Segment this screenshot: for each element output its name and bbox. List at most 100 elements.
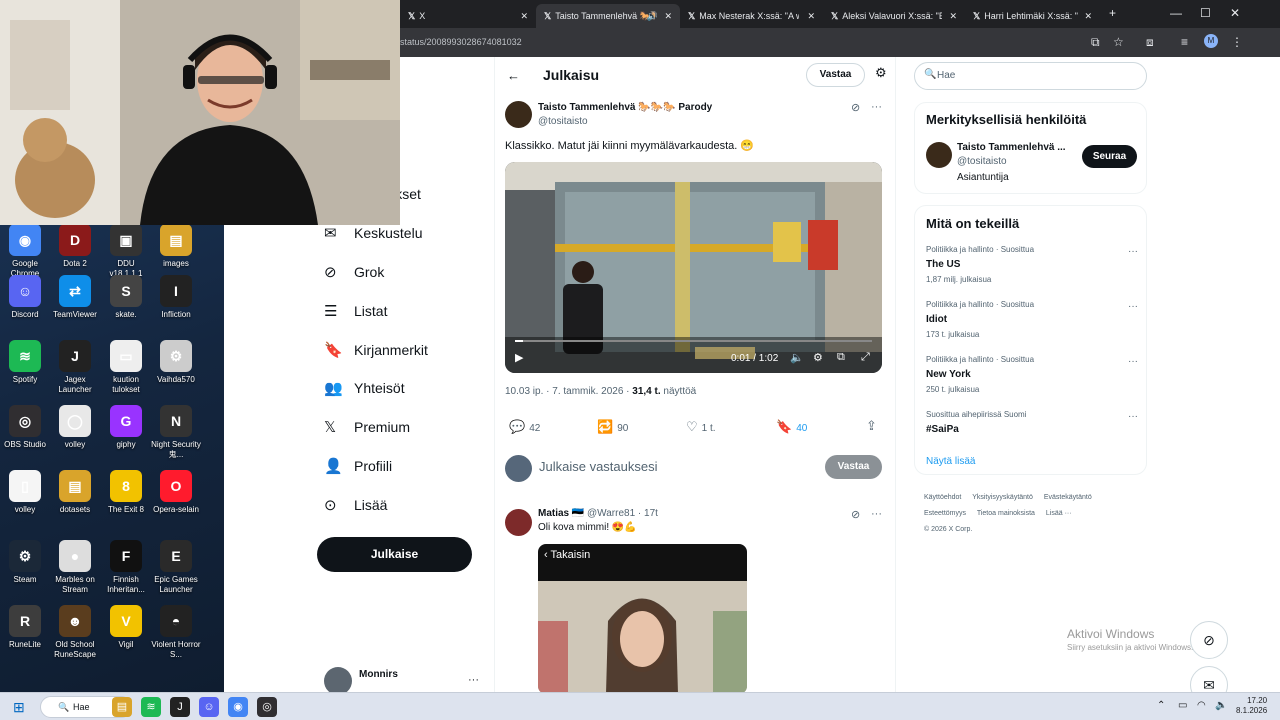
desktop-icon[interactable]: ◯ volley bbox=[50, 405, 100, 450]
desktop-icon[interactable]: J Jagex Launcher bbox=[50, 340, 100, 395]
reply-author-handle[interactable]: @Warre81 · 17t bbox=[587, 508, 658, 519]
nav-lists[interactable]: ☰ Listat bbox=[324, 298, 387, 324]
desktop-icon[interactable]: V Vigil bbox=[101, 605, 151, 650]
desktop-icon[interactable]: R RuneLite bbox=[0, 605, 50, 650]
jagex-icon[interactable]: J bbox=[170, 697, 190, 717]
show-more-link[interactable]: Näytä lisää bbox=[926, 456, 975, 467]
desktop-icon[interactable]: Sskate. bbox=[101, 275, 151, 320]
suggested-handle[interactable]: @tositaisto bbox=[957, 156, 1007, 167]
bookmark-action[interactable]: 🔖 40 bbox=[776, 419, 807, 435]
suggested-avatar[interactable] bbox=[926, 142, 952, 168]
reply-input[interactable]: Julkaise vastauksesi bbox=[539, 459, 658, 474]
media-control-icon[interactable]: ≡ bbox=[1181, 35, 1188, 49]
grok-icon[interactable]: ⊘ bbox=[851, 508, 860, 521]
trend-more-icon[interactable]: ··· bbox=[1128, 301, 1138, 312]
desktop-icon[interactable]: ◓ Violent Horror S... bbox=[151, 605, 201, 660]
footer-link[interactable]: Tietoa mainoksista bbox=[977, 510, 1035, 517]
grok-icon[interactable]: ⊘ bbox=[851, 101, 860, 114]
settings-icon[interactable]: ⚙ bbox=[813, 351, 823, 364]
desktop-icon[interactable]: 8 The Exit 8 bbox=[101, 470, 151, 515]
close-tab-icon[interactable]: ✕ bbox=[1084, 6, 1092, 26]
fullscreen-icon[interactable]: ⤢ bbox=[861, 351, 870, 364]
menu-kebab-icon[interactable]: ⋮ bbox=[1231, 35, 1243, 49]
nav-communities[interactable]: 👥 Yhteisöt bbox=[324, 375, 405, 401]
trend-more-icon[interactable]: ··· bbox=[1128, 356, 1138, 367]
trend-item[interactable]: Politiikka ja hallinto · Suosittua New Y… bbox=[926, 355, 1138, 394]
more-icon[interactable]: ··· bbox=[871, 508, 882, 520]
nav-profile[interactable]: 👤 Profiili bbox=[324, 453, 392, 479]
desktop-icon[interactable]: I Infliction bbox=[151, 275, 201, 320]
desktop-icon[interactable]: ▭ kuution tulokset bbox=[101, 340, 151, 395]
desktop-icon[interactable]: ⚙ Steam bbox=[0, 540, 50, 585]
desktop-icon[interactable]: ▤ dotasets bbox=[50, 470, 100, 515]
obs-icon[interactable]: ◎ bbox=[257, 697, 277, 717]
new-tab-button[interactable]: + bbox=[1109, 6, 1116, 20]
nav-more[interactable]: ⊙ Lisää bbox=[324, 492, 387, 518]
footer-link[interactable]: Käyttöehdot bbox=[924, 494, 961, 501]
desktop-icon[interactable]: ▯ volley bbox=[0, 470, 50, 515]
desktop-icon[interactable]: ▣ DDU v18.1.1.1 bbox=[101, 224, 151, 279]
trend-item[interactable]: Politiikka ja hallinto · Suosittua The U… bbox=[926, 245, 1138, 284]
footer-link[interactable]: Lisää ··· bbox=[1046, 510, 1072, 517]
like-action[interactable]: ♡ 1 t. bbox=[686, 419, 716, 435]
spotify-icon[interactable]: ≋ bbox=[141, 697, 161, 717]
footer-link[interactable]: Evästekäytäntö bbox=[1044, 494, 1092, 501]
desktop-icon[interactable]: Ggiphy bbox=[101, 405, 151, 450]
desktop-icon[interactable]: O Opera-selain bbox=[151, 470, 201, 515]
trend-item[interactable]: Suosittua aihepiirissä Suomi #SaiPa ··· bbox=[926, 410, 1138, 435]
share-icon[interactable]: ⇪ bbox=[866, 418, 877, 434]
desktop-icon[interactable]: D Dota 2 bbox=[50, 224, 100, 269]
author-avatar[interactable] bbox=[505, 101, 532, 128]
post-button[interactable]: Julkaise bbox=[317, 537, 472, 572]
desktop-icon[interactable]: F Finnish Inheritan... bbox=[101, 540, 151, 595]
reply-sort-button[interactable]: Vastaa bbox=[806, 63, 865, 87]
speaker-icon[interactable]: 🔊 bbox=[647, 6, 658, 26]
windows-start-icon[interactable]: ⊞ bbox=[13, 699, 25, 716]
video-player[interactable]: ▶ 0:01 / 1:02 🔈 ⚙ ⧉ ⤢ bbox=[505, 162, 882, 373]
tray-chevron-icon[interactable]: ⌃ bbox=[1157, 700, 1165, 711]
trend-more-icon[interactable]: ··· bbox=[1128, 411, 1138, 422]
volume-icon[interactable]: 🔈 bbox=[790, 351, 804, 364]
author-name[interactable]: Taisto Tammenlehvä 🐎🐎🐎 Parody bbox=[538, 102, 712, 113]
cast-icon[interactable]: ⧉ bbox=[1091, 35, 1100, 50]
search-input[interactable]: 🔍 Hae bbox=[914, 62, 1147, 90]
reply-author-avatar[interactable] bbox=[505, 509, 532, 536]
back-arrow-icon[interactable]: ← bbox=[507, 68, 520, 83]
discord-icon[interactable]: ☺ bbox=[199, 697, 219, 717]
play-icon[interactable]: ▶ bbox=[515, 351, 523, 364]
grok-float-button[interactable]: ⊘ bbox=[1190, 621, 1228, 659]
reply-media[interactable]: ‹ Takaisin bbox=[538, 544, 747, 692]
close-tab-icon[interactable]: ✕ bbox=[520, 6, 528, 26]
desktop-icon[interactable]: N Night Security 鬼... bbox=[151, 405, 201, 460]
desktop-icon[interactable]: ◉ Google Chrome bbox=[0, 224, 50, 279]
pip-icon[interactable]: ⧉ bbox=[837, 351, 845, 364]
messages-float-button[interactable]: ✉ bbox=[1190, 666, 1228, 692]
footer-link[interactable]: Yksityisyyskäytäntö bbox=[972, 494, 1033, 501]
network-icon[interactable]: ▭ bbox=[1178, 700, 1187, 711]
desktop-icon[interactable]: ● Marbles on Stream bbox=[50, 540, 100, 595]
file-explorer-icon[interactable]: ▤ bbox=[112, 697, 132, 717]
account-more-icon[interactable]: ··· bbox=[468, 674, 479, 686]
extensions-icon[interactable]: ⧈ bbox=[1146, 35, 1154, 50]
desktop-icon[interactable]: E Epic Games Launcher bbox=[151, 540, 201, 595]
tab-aleksi-valavuori[interactable]: 𝕏 Aleksi Valavuori X:ssä: "Esi ✕ bbox=[823, 4, 965, 28]
desktop-icon[interactable]: ≋ Spotify bbox=[0, 340, 50, 385]
url-text[interactable]: status/2008993028674081032 bbox=[400, 37, 522, 47]
desktop-icon[interactable]: ☻ Old School RuneScape bbox=[50, 605, 100, 660]
reply-author-name[interactable]: Matias 🇪🇪 bbox=[538, 508, 584, 519]
profile-avatar[interactable]: M bbox=[1204, 34, 1218, 48]
desktop-icon[interactable]: ⚙ Vaihda570 bbox=[151, 340, 201, 385]
nav-bookmarks[interactable]: 🔖 Kirjanmerkit bbox=[324, 337, 428, 363]
close-tab-icon[interactable]: ✕ bbox=[949, 6, 957, 26]
close-tab-icon[interactable]: ✕ bbox=[664, 6, 672, 26]
close-window-button[interactable]: ✕ bbox=[1230, 6, 1240, 20]
desktop-icon[interactable]: ☺ Discord bbox=[0, 275, 50, 320]
more-icon[interactable]: ··· bbox=[871, 101, 882, 113]
system-clock[interactable]: 17.20 8.1.2026 bbox=[1236, 696, 1267, 716]
desktop-icon[interactable]: ⇄ TeamViewer bbox=[50, 275, 100, 320]
chrome-icon[interactable]: ◉ bbox=[228, 697, 248, 717]
tab-x[interactable]: 𝕏 X ✕ bbox=[400, 4, 536, 28]
wifi-icon[interactable]: ◠ bbox=[1197, 700, 1206, 711]
account-avatar[interactable] bbox=[324, 667, 352, 692]
close-tab-icon[interactable]: ✕ bbox=[807, 6, 815, 26]
